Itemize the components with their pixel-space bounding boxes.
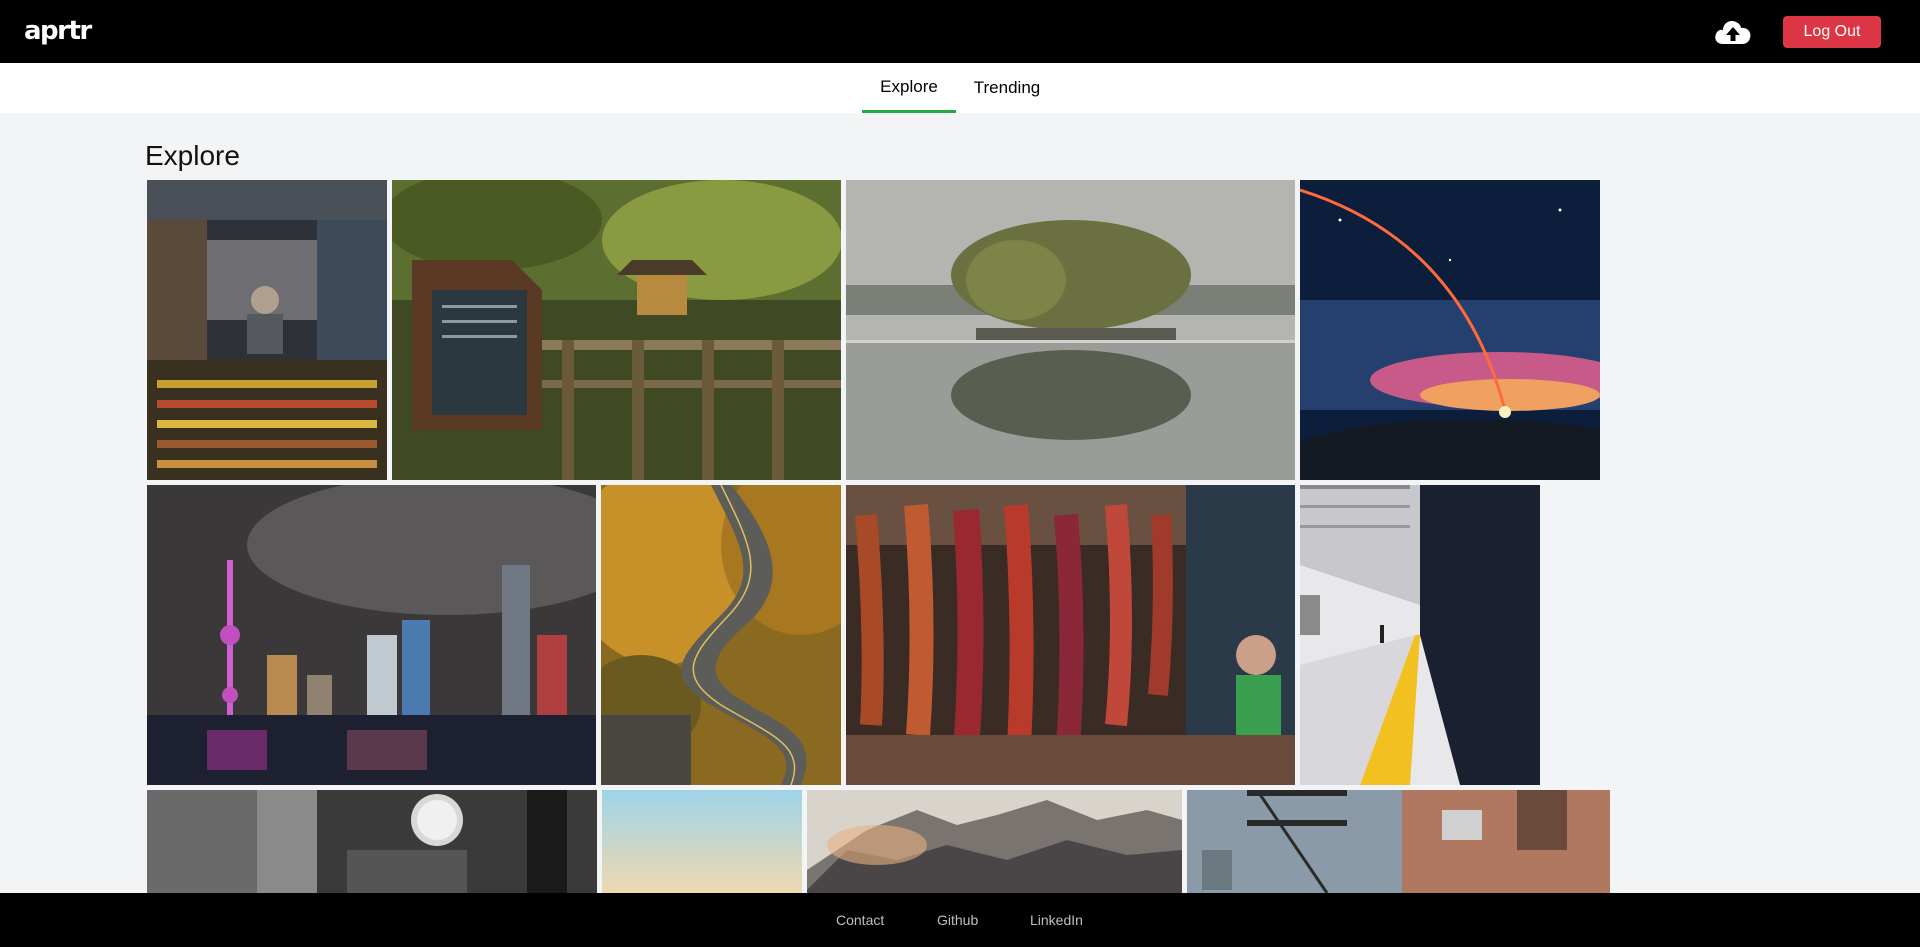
photo-image <box>807 790 1182 893</box>
photo-image <box>147 485 596 785</box>
logout-button[interactable]: Log Out <box>1783 16 1881 48</box>
footer-link-github[interactable]: Github <box>937 893 978 947</box>
photo-tile[interactable] <box>846 180 1295 480</box>
photo-image <box>1300 485 1540 785</box>
photo-tile[interactable] <box>392 180 841 480</box>
photo-tile[interactable] <box>807 790 1182 893</box>
photo-image <box>147 180 387 480</box>
photo-image <box>147 790 597 893</box>
page-title: Explore <box>145 140 240 171</box>
photo-image <box>846 485 1295 785</box>
footer-link-contact[interactable]: Contact <box>836 893 884 947</box>
photo-image <box>601 485 841 785</box>
photo-tile[interactable] <box>602 790 802 893</box>
photo-tile[interactable] <box>147 180 387 480</box>
upload-button[interactable] <box>1713 16 1753 48</box>
photo-image <box>602 790 802 893</box>
photo-image <box>392 180 841 480</box>
photo-tile[interactable] <box>1187 790 1610 893</box>
photo-tile[interactable] <box>601 485 841 785</box>
logo[interactable]: aprtr <box>24 16 92 46</box>
photo-image <box>846 180 1295 480</box>
photo-image <box>1187 790 1610 893</box>
tab-trending[interactable]: Trending <box>958 63 1056 113</box>
cloud-upload-icon <box>1715 20 1751 44</box>
photo-image <box>1300 180 1600 480</box>
footer: Contact Github LinkedIn <box>0 893 1920 947</box>
tab-bar: Explore Trending <box>0 63 1920 113</box>
photo-tile[interactable] <box>147 485 596 785</box>
photo-tile[interactable] <box>846 485 1295 785</box>
tab-explore[interactable]: Explore <box>862 63 956 113</box>
top-navbar: aprtr Log Out <box>0 0 1920 63</box>
photo-tile[interactable] <box>147 790 597 893</box>
footer-link-linkedin[interactable]: LinkedIn <box>1030 893 1083 947</box>
photo-tile[interactable] <box>1300 485 1540 785</box>
photo-tile[interactable] <box>1300 180 1600 480</box>
